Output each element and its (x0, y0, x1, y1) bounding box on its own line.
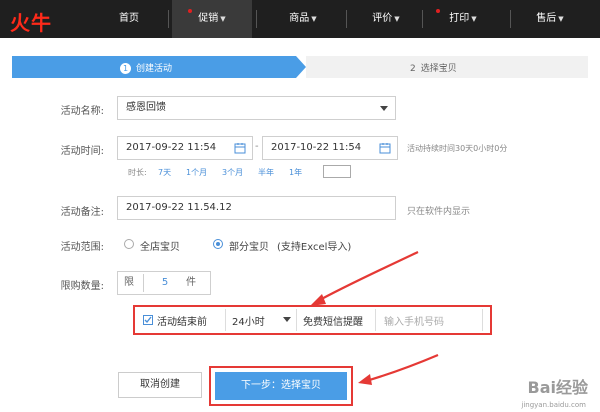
limit-quantity-label: 限购数量: (60, 281, 104, 292)
annotation-arrow-line (365, 353, 439, 383)
duration-option-3m[interactable]: 3个月 (222, 167, 243, 178)
dropdown-caret-icon (283, 317, 291, 322)
next-select-items-button[interactable]: 下一步：选择宝贝 (215, 372, 347, 400)
nav-item-reviews[interactable]: 评价 ▼ (356, 0, 416, 38)
annotation-arrowhead (358, 374, 372, 385)
nav-item-label: 评价 (372, 13, 393, 24)
duration-label: 时长: (128, 168, 147, 177)
top-navigation-bar: 火牛 首页 促销 ▼ 商品 ▼ 评价 ▼ 打印 ▼ 售后 ▼ (0, 0, 600, 38)
sms-reminder-label: 免费短信提醒 (303, 317, 363, 328)
cancel-create-button[interactable]: 取消创建 (118, 372, 202, 398)
nav-divider (168, 10, 169, 28)
annotation-arrow-line (315, 251, 419, 303)
duration-hint: 活动持续时间30天0小时0分 (407, 144, 508, 153)
nav-divider (422, 10, 423, 28)
activity-note-input[interactable]: 2017-09-22 11.54.12 (117, 196, 396, 220)
chevron-down-icon: ▼ (558, 15, 564, 23)
chevron-down-icon: ▼ (471, 15, 477, 23)
step-arrow (296, 56, 306, 78)
phone-number-input[interactable]: 输入手机号码 (375, 309, 483, 331)
phone-number-placeholder: 输入手机号码 (384, 317, 444, 328)
nav-divider (510, 10, 511, 28)
end-reminder-select[interactable]: 24小时 (225, 309, 297, 331)
watermark-url: jingyan.baidu.com (521, 401, 586, 409)
note-hint: 只在软件内显示 (407, 207, 471, 217)
custom-duration-input[interactable] (323, 165, 351, 178)
start-time-input[interactable]: 2017-09-22 11:54 (117, 136, 253, 160)
notification-dot (188, 9, 192, 13)
activity-time-label: 活动时间: (60, 146, 104, 157)
step-number: 1 (120, 63, 131, 74)
scope-part-label[interactable]: 部分宝贝 (229, 238, 269, 253)
nav-divider (346, 10, 347, 28)
step-label: 创建活动 (136, 64, 173, 74)
limit-quantity-input[interactable]: 5 (148, 272, 182, 294)
activity-scope-label: 活动范围: (60, 242, 104, 253)
end-time-input[interactable]: 2017-10-22 11:54 (262, 136, 398, 160)
scope-part-hint: (支持Excel导入) (277, 242, 352, 253)
step-number: 2 (410, 64, 416, 74)
step-create-activity: 1 创建活动 (12, 56, 296, 78)
end-reminder-label: 活动结束前 (157, 317, 207, 328)
duration-option-7d[interactable]: 7天 (158, 167, 171, 178)
nav-item-label: 打印 (449, 13, 470, 24)
scope-part-radio[interactable] (213, 239, 223, 249)
watermark-brand: Bai经验 (527, 378, 588, 397)
logo-text: 火牛 (10, 11, 52, 35)
dropdown-caret-icon (380, 106, 388, 111)
notification-dot (436, 9, 440, 13)
nav-item-products[interactable]: 商品 ▼ (268, 0, 338, 38)
nav-item-home[interactable]: 首页 (104, 0, 154, 38)
limit-prefix: 限 (124, 277, 134, 288)
nav-item-label: 商品 (289, 13, 310, 24)
start-time-value: 2017-09-22 11:54 (126, 142, 217, 153)
duration-option-6m[interactable]: 半年 (258, 167, 274, 178)
chevron-down-icon: ▼ (311, 15, 317, 23)
step-label: 选择宝贝 (420, 64, 457, 74)
activity-note-label: 活动备注: (60, 207, 104, 218)
calendar-icon[interactable] (379, 142, 391, 154)
step-select-items: 2 选择宝贝 (306, 56, 588, 78)
chevron-down-icon: ▼ (220, 15, 226, 23)
scope-all-radio[interactable] (124, 239, 134, 249)
duration-option-1m[interactable]: 1个月 (186, 167, 207, 178)
check-icon (144, 316, 152, 324)
time-separator: - (255, 141, 259, 152)
scope-all-label[interactable]: 全店宝贝 (140, 238, 180, 253)
end-reminder-row: 活动结束前 24小时 免费短信提醒 输入手机号码 (133, 305, 492, 335)
calendar-icon[interactable] (234, 142, 246, 154)
end-reminder-value: 24小时 (232, 317, 265, 328)
nav-item-print[interactable]: 打印 ▼ (428, 0, 498, 38)
activity-name-value: 感恩回馈 (126, 102, 166, 113)
duration-option-1y[interactable]: 1年 (289, 167, 302, 178)
limit-quantity-group: 限 5 件 (117, 271, 211, 295)
chevron-down-icon: ▼ (394, 15, 400, 23)
nav-item-promotion[interactable]: 促销 ▼ (172, 0, 252, 38)
divider (143, 274, 144, 292)
activity-note-value: 2017-09-22 11.54.12 (126, 202, 232, 213)
activity-name-select[interactable]: 感恩回馈 (117, 96, 396, 120)
activity-name-label: 活动名称: (60, 106, 104, 117)
nav-item-after-sales[interactable]: 售后 ▼ (520, 0, 580, 38)
nav-item-label: 售后 (536, 13, 557, 24)
limit-suffix: 件 (186, 277, 196, 288)
brand-logo[interactable]: 火牛 (8, 5, 64, 35)
end-time-value: 2017-10-22 11:54 (271, 142, 362, 153)
progress-steps: 1 创建活动 2 选择宝贝 (12, 56, 588, 78)
nav-item-label: 首页 (119, 13, 139, 24)
end-reminder-checkbox[interactable] (143, 315, 153, 325)
nav-divider (256, 10, 257, 28)
nav-item-label: 促销 (198, 13, 219, 24)
